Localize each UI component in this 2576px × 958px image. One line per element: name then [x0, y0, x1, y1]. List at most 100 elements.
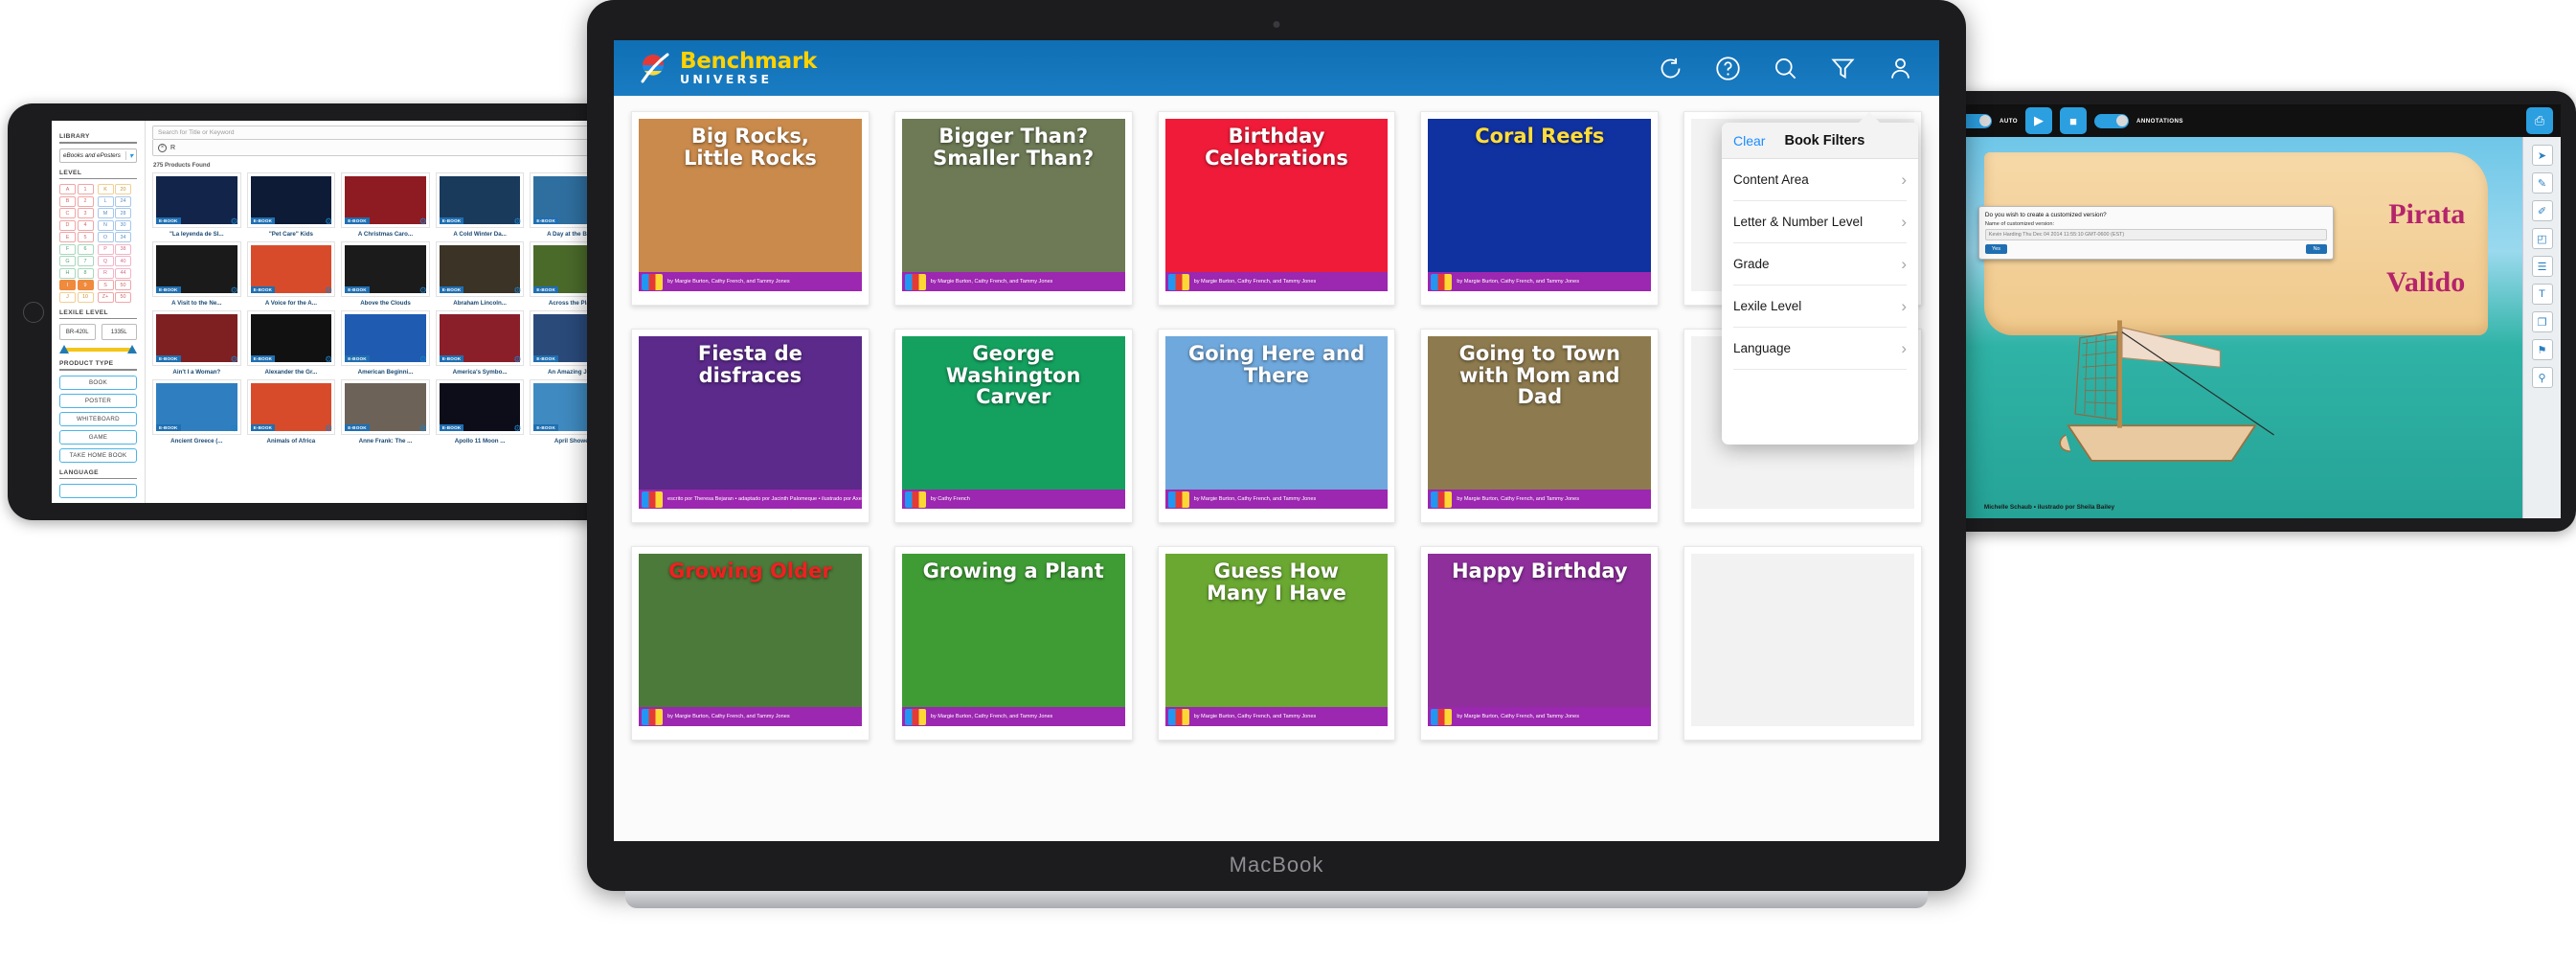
gear-icon[interactable]: ⚙ [325, 355, 332, 364]
level-cell[interactable]: 24 [115, 195, 131, 207]
play-button[interactable]: ▶ [2025, 107, 2053, 134]
ipad-book-card[interactable]: E-BOOK ⚙ A Christmas Caro... [341, 172, 430, 238]
ipad-book-card[interactable]: E-BOOK ⚙ A Voice for the A... [246, 241, 336, 307]
level-cell[interactable]: D [59, 219, 76, 231]
gear-icon[interactable]: ⚙ [231, 217, 238, 226]
ipad-book-card[interactable]: E-BOOK ⚙ Apollo 11 Moon ... [435, 379, 525, 445]
level-cell[interactable]: 4 [77, 219, 94, 231]
level-cell[interactable]: 5 [77, 232, 94, 243]
product-type-button[interactable]: POSTER [59, 393, 137, 408]
gear-icon[interactable]: ⚙ [419, 424, 427, 433]
level-cell[interactable]: 9 [77, 280, 94, 291]
lexile-range-slider[interactable] [59, 345, 137, 354]
gear-icon[interactable]: ⚙ [231, 286, 238, 295]
clear-filters-button[interactable]: Clear [1733, 133, 1765, 148]
gear-icon[interactable]: ⚙ [419, 217, 427, 226]
gear-icon[interactable]: ⚙ [513, 424, 521, 433]
highlighter-icon[interactable]: ✐ [2531, 200, 2553, 221]
level-cell[interactable]: Z+ [97, 291, 114, 303]
level-cell[interactable]: M [97, 208, 114, 219]
user-profile-icon[interactable] [1886, 54, 1914, 82]
ipad-book-card[interactable]: E-BOOK ⚙ "Pet Care" Kids [246, 172, 336, 238]
level-cell[interactable]: J [59, 291, 76, 303]
book-card[interactable]: Guess How Many I Have by Margie Burton, Ca… [1157, 546, 1396, 741]
stop-button[interactable]: ■ [2060, 107, 2088, 134]
ipad-book-card[interactable]: E-BOOK ⚙ Anne Frank: The ... [341, 379, 430, 445]
level-cell[interactable]: 3 [77, 208, 94, 219]
book-card[interactable] [1683, 546, 1922, 741]
level-cell[interactable]: L [97, 195, 114, 207]
gear-icon[interactable]: ⚙ [231, 424, 238, 433]
zoom-icon[interactable]: ⚲ [2531, 367, 2553, 388]
level-cell[interactable]: 30 [115, 219, 131, 231]
level-cell[interactable]: 44 [115, 267, 131, 279]
slider-handle-min[interactable] [59, 345, 69, 354]
level-cell[interactable]: 10 [77, 291, 94, 303]
lexile-max-field[interactable]: 1335L [101, 324, 137, 341]
book-card[interactable]: Going Here and There by Margie Burton, Ca… [1157, 329, 1396, 523]
level-cell[interactable]: G [59, 256, 76, 267]
gear-icon[interactable]: ⚙ [513, 217, 521, 226]
ipad-book-card[interactable]: E-BOOK ⚙ Ancient Greece (... [152, 379, 241, 445]
filter-item[interactable]: Letter & Number Level › [1733, 201, 1907, 243]
filter-item[interactable]: Content Area › [1733, 159, 1907, 201]
ipad-book-card[interactable]: E-BOOK ⚙ America's Symbo... [435, 310, 525, 376]
book-card[interactable]: Fiesta de disfraces escrito por Theresa B… [631, 329, 870, 523]
level-cell[interactable]: 50 [115, 291, 131, 303]
note-icon[interactable]: ☰ [2531, 256, 2553, 277]
level-cell[interactable]: 2 [77, 195, 94, 207]
bookmark-icon[interactable]: ⚑ [2531, 339, 2553, 360]
level-cell[interactable]: 38 [115, 243, 131, 255]
book-card[interactable]: Going to Town with Mom and Dad by Margie B… [1420, 329, 1660, 523]
ipad-home-button[interactable] [23, 301, 44, 323]
filter-item[interactable]: Language › [1733, 328, 1907, 370]
search-icon[interactable] [1771, 54, 1799, 82]
gear-icon[interactable]: ⚙ [513, 355, 521, 364]
product-type-button[interactable]: GAME [59, 429, 137, 445]
level-cell[interactable]: O [97, 232, 114, 243]
level-cell[interactable]: E [59, 232, 76, 243]
chip-remove-icon[interactable]: × [158, 143, 167, 152]
refresh-icon[interactable] [1656, 54, 1684, 82]
product-type-button[interactable]: BOOK [59, 375, 137, 390]
level-cell[interactable]: Q [97, 256, 114, 267]
book-card[interactable]: Birthday Celebrations by Margie Burton, Ca… [1157, 111, 1396, 306]
language-option[interactable] [59, 484, 137, 499]
benchmark-universe-logo[interactable]: Benchmark UNIVERSE [639, 50, 817, 86]
level-cell[interactable]: 6 [77, 243, 94, 255]
product-type-button[interactable]: WHITEBOARD [59, 411, 137, 426]
filter-item[interactable]: Lexile Level › [1733, 285, 1907, 328]
book-card[interactable]: George Washington Carver by Cathy French [893, 329, 1133, 523]
cursor-icon[interactable]: ➤ [2531, 145, 2553, 166]
ipad-book-card[interactable]: E-BOOK ⚙ Animals of Africa [246, 379, 336, 445]
level-cell[interactable]: 8 [77, 267, 94, 279]
level-cell[interactable]: S [97, 280, 114, 291]
search-input[interactable]: Search for Title or Keyword [152, 125, 619, 140]
level-cell[interactable]: 28 [115, 208, 131, 219]
filter-icon[interactable] [1828, 54, 1857, 82]
book-card[interactable]: Big Rocks, Little Rocks by Margie Burton, … [631, 111, 870, 306]
eraser-icon[interactable]: ◰ [2531, 228, 2553, 249]
dialog-no-button[interactable]: No [2306, 243, 2327, 254]
gear-icon[interactable]: ⚙ [325, 424, 332, 433]
page-icon[interactable]: ❐ [2531, 311, 2553, 332]
library-select[interactable]: eBooks and ePosters ▾ [59, 148, 137, 163]
ipad-book-card[interactable]: E-BOOK ⚙ A Cold Winter Da... [435, 172, 525, 238]
slider-handle-max[interactable] [127, 345, 137, 354]
level-cell[interactable]: 20 [115, 184, 131, 195]
dialog-name-input[interactable]: Kevin Harding Thu Dec 04 2014 11:55:10 G… [1984, 228, 2327, 240]
ipad-book-card[interactable]: E-BOOK ⚙ Abraham Lincoln... [435, 241, 525, 307]
book-card[interactable]: Happy Birthday by Margie Burton, Cathy Fr… [1420, 546, 1660, 741]
level-cell[interactable]: 34 [115, 232, 131, 243]
ipad-book-card[interactable]: E-BOOK ⚙ American Beginni... [341, 310, 430, 376]
level-cell[interactable]: I [59, 280, 76, 291]
level-cell[interactable]: 50 [115, 280, 131, 291]
level-cell[interactable]: B [59, 195, 76, 207]
gear-icon[interactable]: ⚙ [419, 286, 427, 295]
gear-icon[interactable]: ⚙ [231, 355, 238, 364]
dialog-yes-button[interactable]: Yes [1984, 243, 2008, 254]
level-cell[interactable]: N [97, 219, 114, 231]
lexile-min-field[interactable]: BR-420L [59, 324, 96, 341]
gear-icon[interactable]: ⚙ [513, 286, 521, 295]
level-cell[interactable]: 7 [77, 256, 94, 267]
